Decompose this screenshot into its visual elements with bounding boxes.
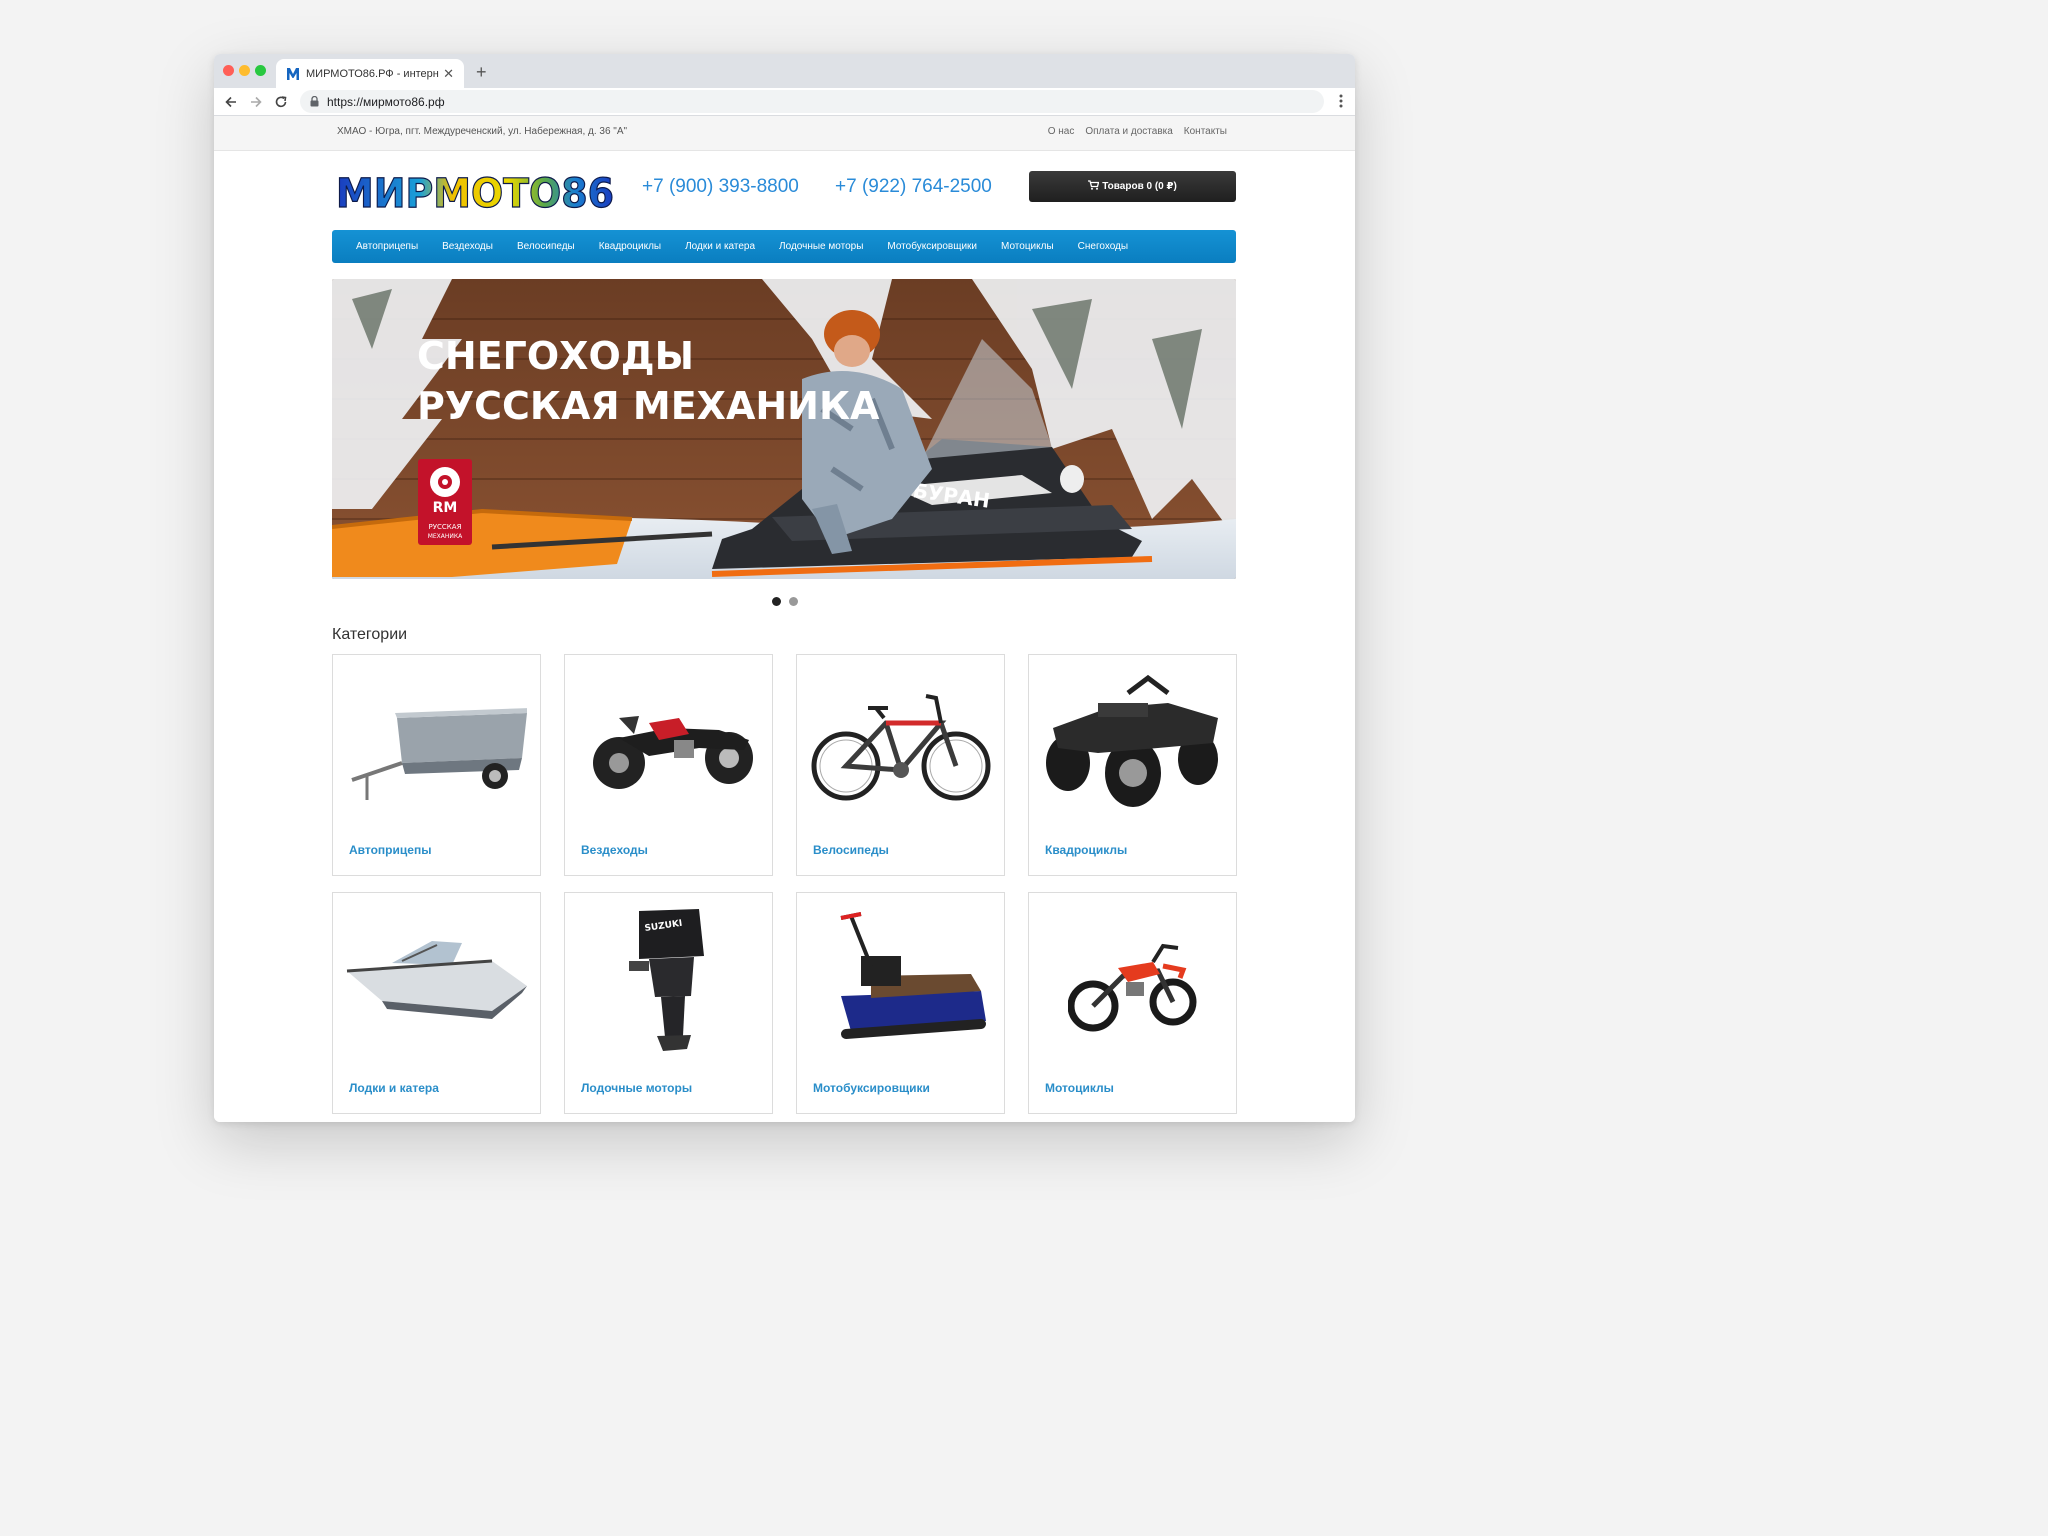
link-about[interactable]: О нас [1048, 126, 1075, 137]
nav-item-all-terrain[interactable]: Вездеходы [442, 241, 493, 252]
russkaya-mekhanika-logo: RM РУССКАЯ МЕХАНИКА [418, 459, 472, 545]
website: ХМАО - Югра, пгт. Междуреченский, ул. На… [214, 116, 1355, 1122]
top-links: О нас Оплата и доставка Контакты [1048, 126, 1227, 137]
browser-window: МИРМОТО86.РФ - интернет- ✕ + https://мир… [214, 54, 1355, 1122]
minimize-window-button[interactable] [239, 65, 250, 76]
category-card-all-terrain[interactable]: Вездеходы [564, 654, 773, 876]
bicycle-image [797, 655, 1004, 830]
link-payment-delivery[interactable]: Оплата и доставка [1085, 126, 1172, 137]
link-contacts[interactable]: Контакты [1184, 126, 1227, 137]
browser-tab[interactable]: МИРМОТО86.РФ - интернет- ✕ [276, 59, 464, 88]
cart-label: Товаров 0 (0 ₽) [1102, 181, 1177, 192]
badge-rm-text: RM [433, 500, 458, 516]
nav-item-motor-towing[interactable]: Мотобуксировщики [887, 241, 977, 252]
slider-dot-1[interactable] [772, 597, 781, 606]
hero-slider[interactable]: БУРАН СНЕГОХОДЫ РУССКАЯ МЕХАНИКА RM РУСС… [332, 279, 1236, 579]
lock-icon [310, 96, 319, 107]
motor-towing-image [797, 893, 1004, 1068]
hero-banner-image: БУРАН СНЕГОХОДЫ РУССКАЯ МЕХАНИКА RM РУСС… [332, 279, 1236, 579]
logo-text: МИРМОТО86 [336, 171, 614, 213]
tab-close-icon[interactable]: ✕ [443, 66, 454, 82]
trailer-image [333, 655, 540, 830]
hero-headline-line1: СНЕГОХОДЫ [417, 334, 694, 378]
category-card-boats[interactable]: Лодки и катера [332, 892, 541, 1114]
category-card-atvs[interactable]: Квадроциклы [1028, 654, 1237, 876]
nav-item-bicycles[interactable]: Велосипеды [517, 241, 575, 252]
site-favicon-icon [286, 67, 300, 81]
category-label: Велосипеды [813, 843, 889, 857]
category-label: Автоприцепы [349, 843, 432, 857]
boat-image [333, 893, 540, 1068]
nav-item-outboard-motors[interactable]: Лодочные моторы [779, 241, 863, 252]
forward-arrow-icon[interactable] [246, 92, 266, 112]
nav-item-atvs[interactable]: Квадроциклы [599, 241, 661, 252]
browser-tab-bar: МИРМОТО86.РФ - интернет- ✕ + [214, 54, 1355, 88]
outboard-motor-image: SUZUKI [565, 893, 772, 1068]
category-card-bicycles[interactable]: Велосипеды [796, 654, 1005, 876]
slider-dot-2[interactable] [789, 597, 798, 606]
nav-item-trailers[interactable]: Автоприцепы [356, 241, 418, 252]
category-label: Мотобуксировщики [813, 1081, 930, 1095]
motorcycle-image [1029, 893, 1236, 1068]
address-bar[interactable]: https://мирмото86.рф [300, 90, 1324, 113]
nav-item-motorcycles[interactable]: Мотоциклы [1001, 241, 1054, 252]
top-info-bar: ХМАО - Югра, пгт. Междуреченский, ул. На… [214, 116, 1355, 151]
new-tab-icon[interactable]: + [476, 62, 487, 83]
store-address: ХМАО - Югра, пгт. Междуреченский, ул. На… [337, 126, 628, 137]
maximize-window-button[interactable] [255, 65, 266, 76]
back-arrow-icon[interactable] [221, 92, 241, 112]
cart-button[interactable]: Товаров 0 (0 ₽) [1029, 171, 1236, 202]
phone-number-1[interactable]: +7 (900) 393-8800 [642, 176, 799, 198]
nav-item-boats[interactable]: Лодки и катера [685, 241, 755, 252]
phone-number-2[interactable]: +7 (922) 764-2500 [835, 176, 992, 198]
slider-dots [772, 597, 798, 606]
category-label: Квадроциклы [1045, 843, 1128, 857]
reload-icon[interactable] [271, 92, 291, 112]
badge-line1: РУССКАЯ [429, 523, 462, 531]
category-card-outboard-motors[interactable]: SUZUKI Лодочные моторы [564, 892, 773, 1114]
cart-icon [1088, 180, 1100, 193]
categories-heading: Категории [332, 626, 408, 643]
category-label: Вездеходы [581, 843, 648, 857]
category-label: Лодки и катера [349, 1081, 439, 1095]
category-label: Мотоциклы [1045, 1081, 1114, 1095]
category-card-trailers[interactable]: Автоприцепы [332, 654, 541, 876]
atv-image [1029, 655, 1236, 830]
browser-menu-icon[interactable] [1339, 93, 1343, 114]
category-label: Лодочные моторы [581, 1081, 693, 1095]
url-text: https://мирмото86.рф [327, 94, 445, 109]
nav-item-snowmobiles[interactable]: Снегоходы [1078, 241, 1128, 252]
hero-headline-line2: РУССКАЯ МЕХАНИКА [417, 384, 880, 428]
site-header: МИРМОТО86 +7 (900) 393-8800 +7 (922) 764… [214, 151, 1355, 231]
trike-image [565, 655, 772, 830]
badge-line2: МЕХАНИКА [428, 533, 463, 540]
close-window-button[interactable] [223, 65, 234, 76]
main-navigation: Автоприцепы Вездеходы Велосипеды Квадроц… [332, 230, 1236, 263]
category-card-motor-towing[interactable]: Мотобуксировщики [796, 892, 1005, 1114]
site-logo[interactable]: МИРМОТО86 [335, 170, 616, 218]
category-card-motorcycles[interactable]: Мотоциклы [1028, 892, 1237, 1114]
browser-toolbar: https://мирмото86.рф [214, 88, 1355, 116]
tab-title: МИРМОТО86.РФ - интернет- [306, 67, 440, 80]
